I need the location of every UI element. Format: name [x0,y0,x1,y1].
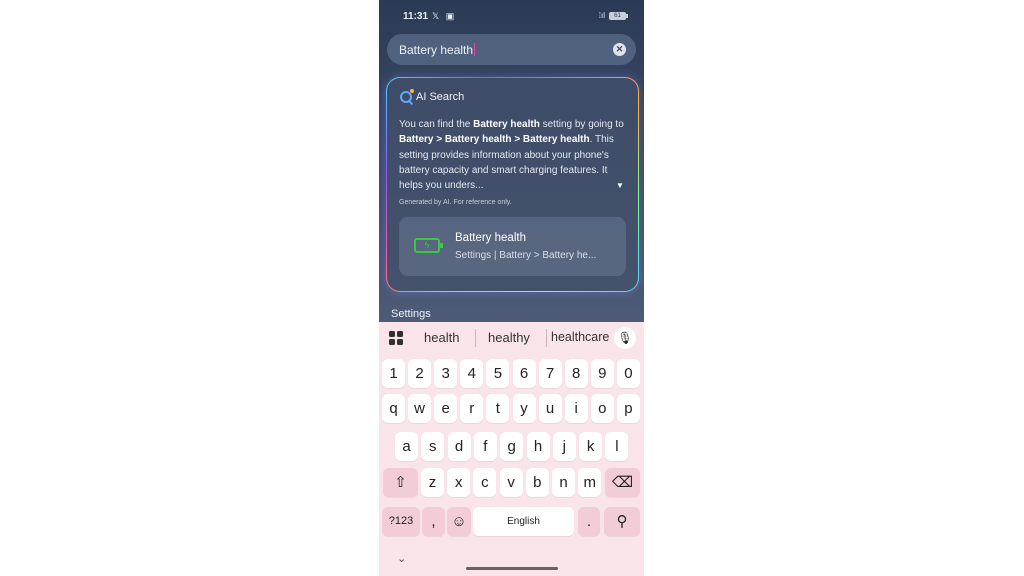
key-l[interactable]: l [605,432,629,461]
key-z[interactable]: z [421,468,444,497]
answer-text-part: setting by going to [539,119,624,130]
clear-search-button[interactable]: ✕ [613,43,626,56]
key-s[interactable]: s [421,432,445,461]
key-r[interactable]: r [460,394,484,423]
key-o[interactable]: o [590,394,614,423]
key-6[interactable]: 6 [512,359,536,388]
key-x[interactable]: x [447,468,471,497]
battery-charging-icon: ϟ [414,238,443,253]
search-input[interactable]: Battery health [399,43,476,57]
expand-arrow-icon[interactable]: ▼ [616,181,624,190]
suggestion-divider [475,329,476,347]
key-c[interactable]: c [473,468,497,497]
search-query: Battery health [399,43,474,57]
key-8[interactable]: 8 [564,359,588,388]
battery-icon: 61 [609,11,628,20]
text-cursor [474,43,476,56]
key-q[interactable]: q [382,394,405,423]
period-key[interactable]: . [578,507,600,536]
ai-search-icon [400,89,414,103]
status-bar: 11:31 𝕏 ▣ ⁞ıl 61 [379,0,644,34]
search-bar[interactable]: Battery health ✕ [387,34,636,65]
battery-health-result[interactable]: ϟ Battery health Settings | Battery > Ba… [399,217,626,276]
suggestion-healthcare[interactable]: healthcare [551,330,609,344]
answer-bold-part: Battery health [473,119,540,130]
notification-icons: 𝕏 ▣ [432,11,457,21]
key-9[interactable]: 9 [590,359,614,388]
suggestion-divider [546,329,547,347]
status-time: 11:31 [403,11,429,22]
settings-search-panel: 11:31 𝕏 ▣ ⁞ıl 61 Battery health ✕ AI Sea… [379,0,644,322]
key-y[interactable]: y [512,394,536,423]
key-4[interactable]: 4 [460,359,484,388]
status-right-icons: ⁞ıl 61 [598,11,628,20]
result-title: Battery health [455,232,526,244]
answer-bold-part: Battery > Battery health > Battery healt… [399,134,590,146]
key-3[interactable]: 3 [434,359,458,388]
key-p[interactable]: p [616,394,640,423]
key-v[interactable]: v [499,468,523,497]
suggestion-healthy[interactable]: healthy [488,330,530,345]
space-key[interactable]: English [473,507,574,536]
ai-search-title: AI Search [416,91,465,103]
key-1[interactable]: 1 [382,359,405,388]
key-b[interactable]: b [525,468,549,497]
key-i[interactable]: i [564,394,588,423]
key-h[interactable]: h [526,432,550,461]
signal-icon: ⁞ıl [598,11,605,20]
answer-text-part: You can find the [399,119,474,130]
key-u[interactable]: u [538,394,562,423]
key-2[interactable]: 2 [408,359,432,388]
phone-screen: 11:31 𝕏 ▣ ⁞ıl 61 Battery health ✕ AI Sea… [379,0,644,576]
keyboard: health healthy healthcare 🎙 1234567890 q… [379,322,644,576]
key-w[interactable]: w [408,394,432,423]
hide-keyboard-icon[interactable]: ⌄ [397,552,406,565]
key-7[interactable]: 7 [538,359,562,388]
search-key-icon[interactable]: ⚲ [604,507,640,536]
settings-section-label: Settings [391,308,431,320]
ai-answer-text: You can find the Battery health setting … [399,117,627,193]
emoji-icon[interactable]: ☺ [447,507,471,536]
key-e[interactable]: e [434,394,458,423]
backspace-key[interactable]: ⌫ [605,468,640,497]
microphone-icon[interactable]: 🎙 [614,327,636,349]
suggestion-health[interactable]: health [424,330,459,345]
key-a[interactable]: a [395,432,418,461]
key-f[interactable]: f [473,432,497,461]
key-k[interactable]: k [579,432,603,461]
key-5[interactable]: 5 [486,359,510,388]
symbols-key[interactable]: ?123 [382,507,420,536]
key-t[interactable]: t [486,394,510,423]
key-0[interactable]: 0 [616,359,640,388]
shift-key[interactable]: ⇧ [383,468,418,497]
ai-search-card: AI Search You can find the Battery healt… [386,77,639,292]
ai-search-header: AI Search [400,89,465,103]
result-path: Settings | Battery > Battery he... [455,250,597,261]
comma-key[interactable]: , [422,507,445,536]
key-m[interactable]: m [578,468,602,497]
gesture-nav-handle[interactable] [466,567,558,570]
key-d[interactable]: d [447,432,471,461]
suggestion-strip: health healthy healthcare 🎙 [379,322,644,354]
apps-grid-icon[interactable] [389,331,403,345]
key-j[interactable]: j [552,432,576,461]
ai-disclaimer: Generated by AI. For reference only. [399,199,512,206]
key-n[interactable]: n [552,468,575,497]
key-g[interactable]: g [500,432,524,461]
